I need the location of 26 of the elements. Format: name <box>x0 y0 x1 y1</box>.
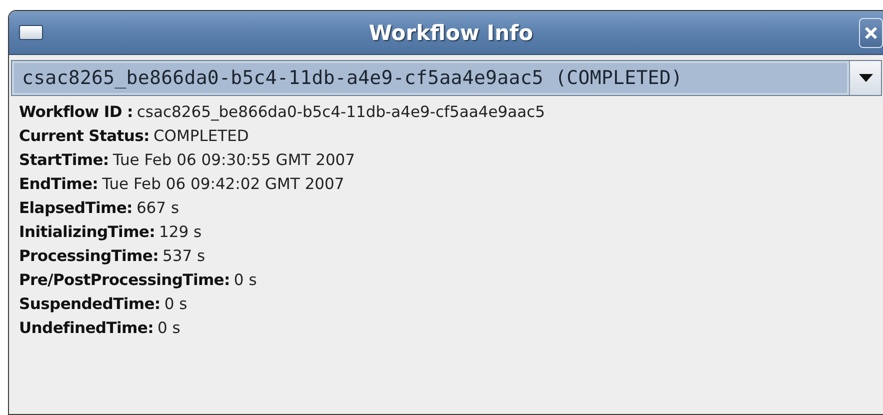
field-label: Current Status: <box>19 127 150 145</box>
close-button[interactable] <box>859 18 883 48</box>
field-label: Workflow ID : <box>19 103 133 121</box>
field-label: SuspendedTime: <box>19 295 160 313</box>
window-title: Workflow Info <box>368 20 534 44</box>
field-label: StartTime: <box>19 151 109 169</box>
field-value: csac8265_be866da0-b5c4-11db-a4e9-cf5aa4e9aac5 <box>136 103 545 121</box>
caret-icon <box>858 74 872 82</box>
field-label: UndefinedTime: <box>19 319 154 337</box>
field-value: COMPLETED <box>153 127 249 145</box>
field-value: 667 s <box>136 199 180 217</box>
close-icon <box>863 24 879 40</box>
field-value: Tue Feb 06 09:42:02 GMT 2007 <box>102 175 344 193</box>
field-label: InitializingTime: <box>19 223 156 241</box>
window-menu-icon[interactable] <box>19 25 43 40</box>
field-label: ElapsedTime: <box>19 199 132 217</box>
field-value: 129 s <box>159 223 202 241</box>
field-value: 537 s <box>162 247 206 265</box>
field-label: Pre/PostProcessingTime: <box>19 271 230 289</box>
field-value: Tue Feb 06 09:30:55 GMT 2007 <box>112 151 356 169</box>
field-value: 0 s <box>157 319 180 337</box>
field-label: EndTime: <box>19 175 98 193</box>
field-value: 0 s <box>234 271 257 289</box>
field-value: 0 s <box>164 295 188 313</box>
dropdown-arrow-button[interactable] <box>849 61 881 95</box>
field-label: ProcessingTime: <box>19 247 158 265</box>
